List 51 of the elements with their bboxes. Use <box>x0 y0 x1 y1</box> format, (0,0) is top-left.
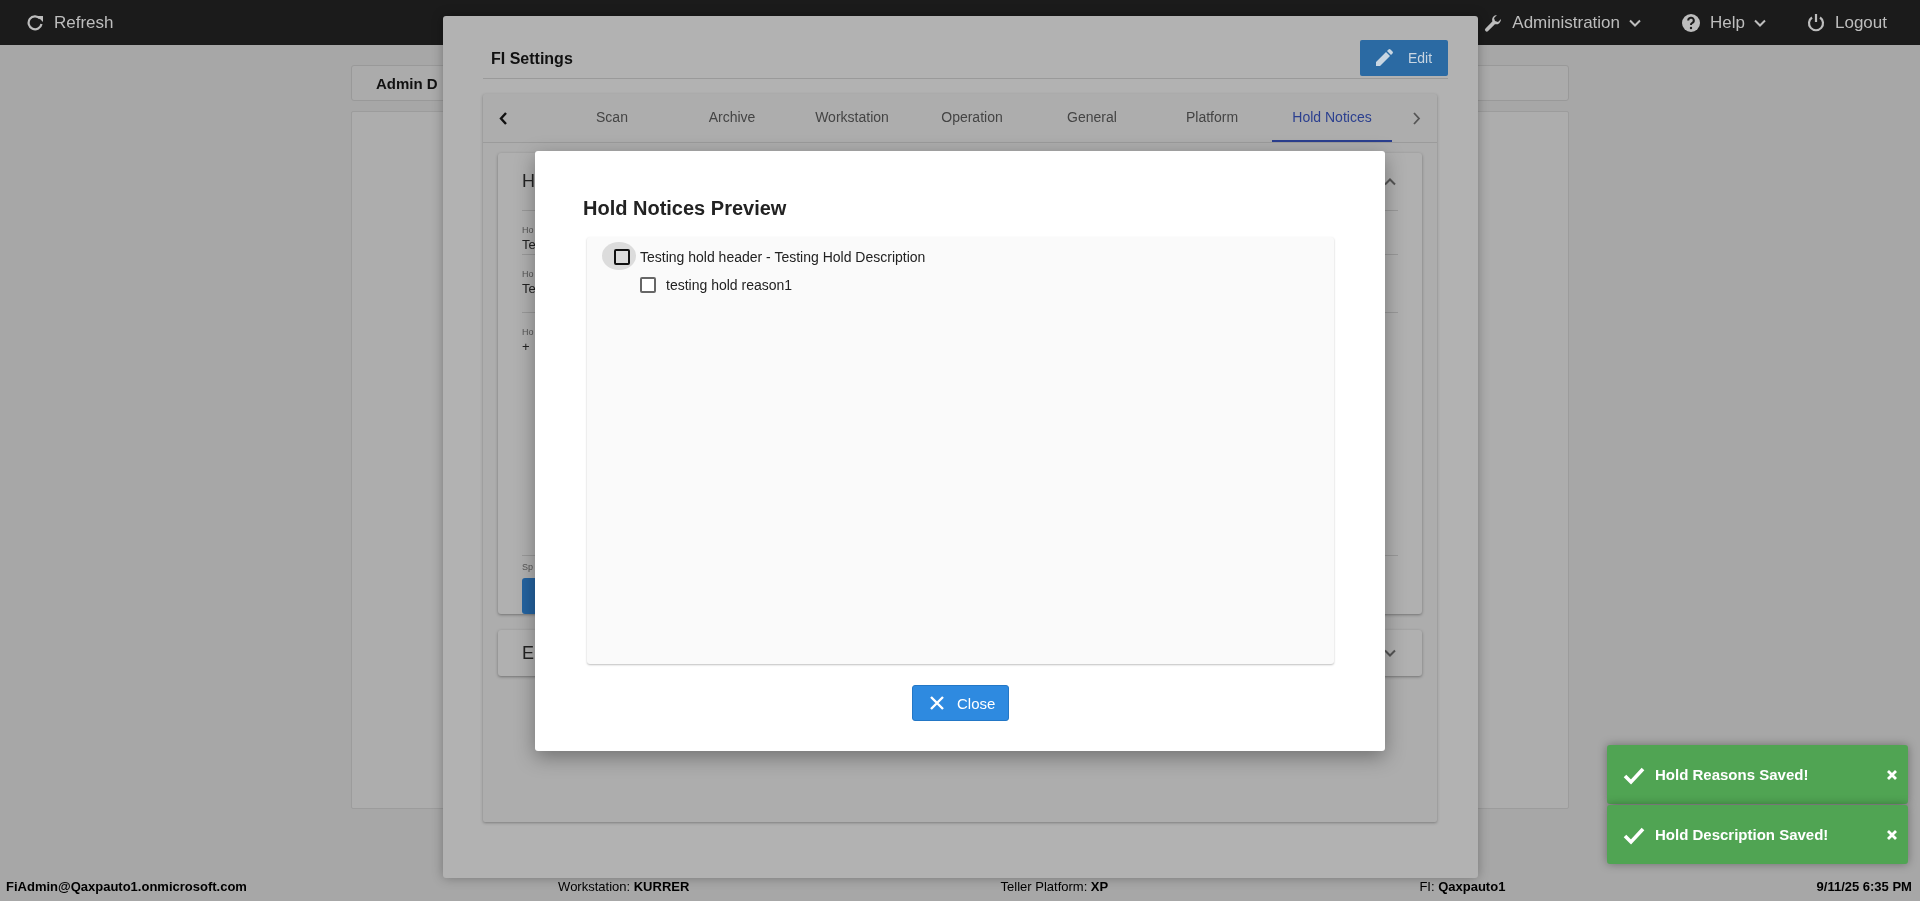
tab[interactable]: Operation <box>912 94 1032 142</box>
card-title: Admin D <box>376 74 438 92</box>
field-value: Te <box>522 280 536 298</box>
field-label: Ho <box>522 327 534 337</box>
pencil-icon <box>1374 48 1394 68</box>
tree-item-label[interactable]: Testing hold header - Testing Hold Description <box>640 249 926 265</box>
menu-button[interactable]: Administration <box>1483 12 1642 33</box>
status-text: 9/11/25 6:35 PM <box>1816 878 1912 894</box>
help-icon <box>1681 12 1702 33</box>
checkbox[interactable] <box>614 249 630 265</box>
dialog-title: Hold Notices Preview <box>583 197 787 220</box>
edit-button[interactable]: Edit <box>1360 40 1448 76</box>
close-icon <box>1886 768 1898 781</box>
menu-button[interactable]: Help <box>1681 12 1766 33</box>
checkbox[interactable] <box>640 277 656 293</box>
tab[interactable]: Platform <box>1152 94 1272 142</box>
dismiss-button[interactable] <box>1886 828 1898 841</box>
caret-down-icon <box>1629 18 1642 27</box>
field-label: Ho <box>522 225 534 235</box>
field-label: Sp <box>522 562 533 572</box>
wrench-icon <box>1483 12 1504 33</box>
tab[interactable]: Scan <box>552 94 672 142</box>
close-icon <box>929 695 945 711</box>
refresh-icon <box>27 13 45 32</box>
dismiss-button[interactable] <box>1886 768 1898 781</box>
toast-message: Hold Reasons Saved! <box>1655 766 1810 783</box>
close-button[interactable]: Close <box>912 685 1009 721</box>
tab[interactable]: General <box>1032 94 1152 142</box>
action-button[interactable] <box>522 578 536 614</box>
panel-heading: E <box>522 642 534 664</box>
refresh-button[interactable]: Refresh <box>27 12 114 33</box>
tab[interactable]: Archive <box>672 94 792 142</box>
field-label: Ho <box>522 269 534 279</box>
panel-heading: H <box>522 171 535 192</box>
chevron-left-icon <box>498 111 508 125</box>
tree-item-label[interactable]: testing hold reason1 <box>666 277 793 293</box>
status-text: FiAdmin@Qaxpauto1.onmicrosoft.com <box>6 878 247 894</box>
close-icon <box>1886 828 1898 841</box>
status-text: Teller Platform: XP <box>1000 878 1109 894</box>
field-value: + <box>522 338 530 356</box>
field-value: Te <box>522 236 536 254</box>
chevron-right-icon <box>1411 111 1421 125</box>
caret-down-icon <box>1754 18 1766 27</box>
power-icon <box>1806 12 1826 33</box>
toast-message: Hold Description Saved! <box>1655 826 1830 843</box>
menu-button[interactable]: Logout <box>1806 12 1887 33</box>
tab[interactable]: Hold Notices <box>1272 94 1392 142</box>
tab[interactable]: Workstation <box>792 94 912 142</box>
dialog-title: FI Settings <box>491 50 573 68</box>
status-text: FI: Qaxpauto1 <box>1419 878 1506 894</box>
status-text: Workstation: KURRER <box>558 878 690 894</box>
